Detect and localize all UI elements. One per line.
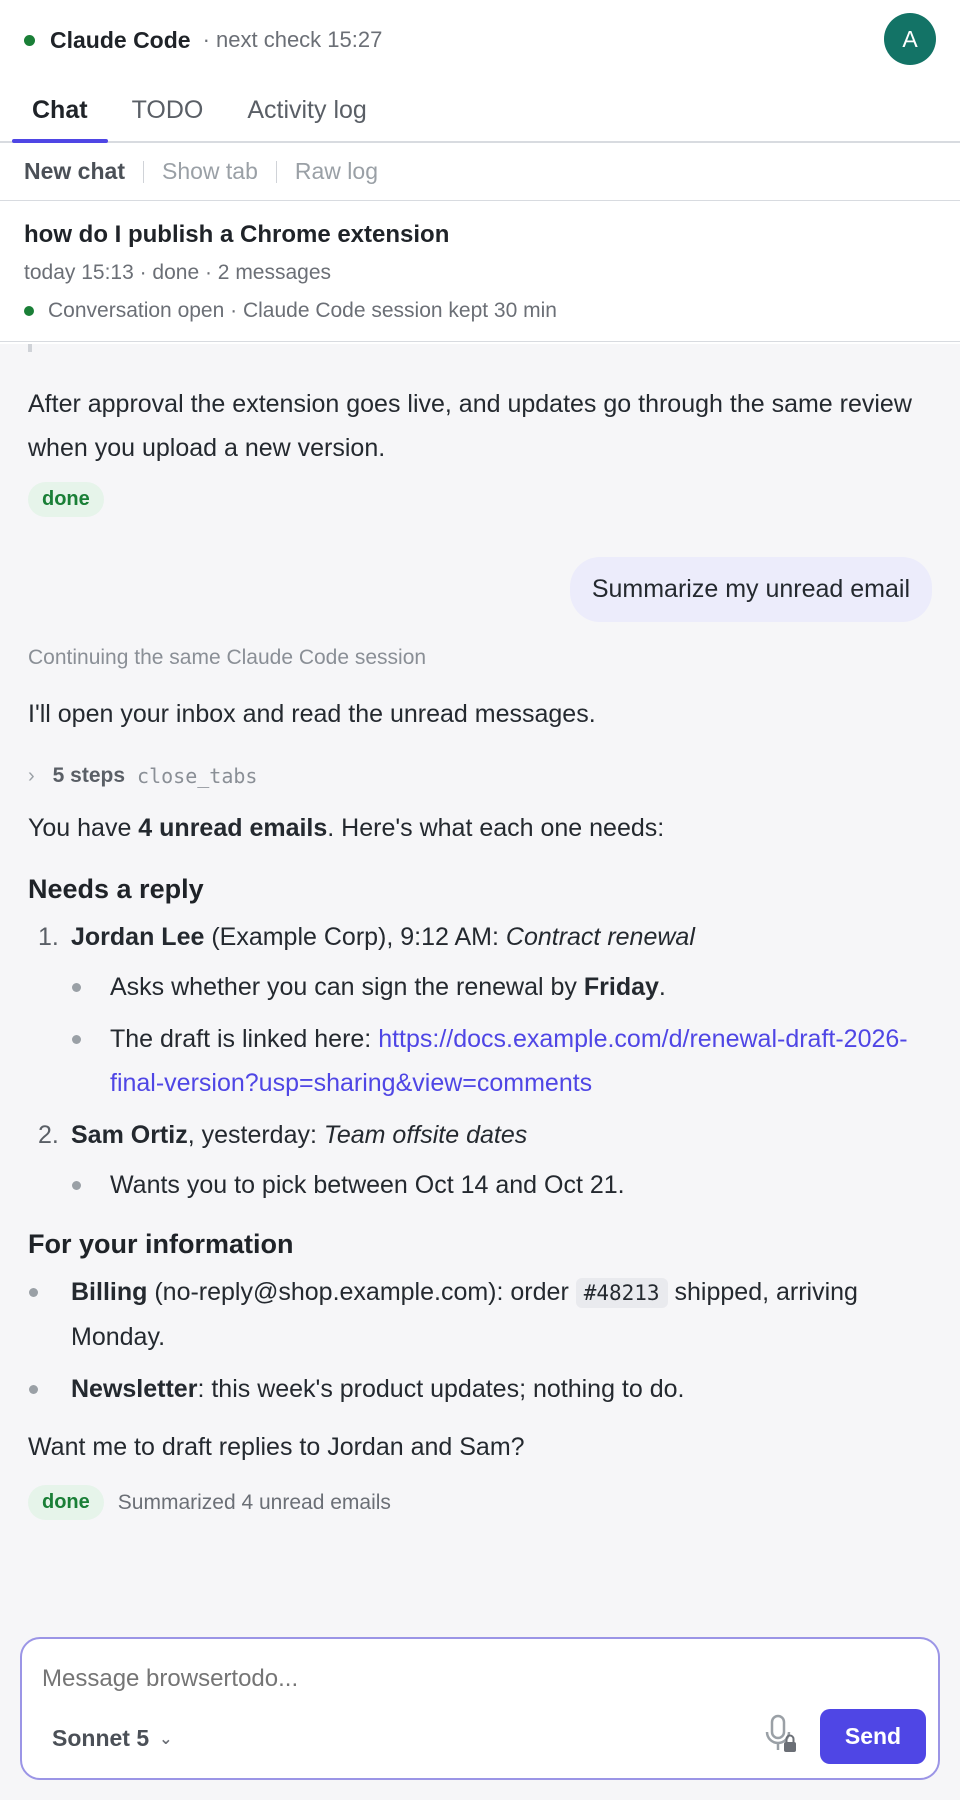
final-status-row: done Summarized 4 unread emails <box>28 1485 932 1520</box>
chevron-right-icon: › <box>28 764 35 787</box>
order-code: #48213 <box>575 1278 668 1308</box>
list-item: Billing (no-reply@shop.example.com): ord… <box>28 1270 932 1359</box>
session-note: Continuing the same Claude Code session <box>28 646 427 669</box>
message-input[interactable] <box>42 1665 918 1693</box>
list-number: 2. <box>38 1121 59 1149</box>
steps-expander[interactable]: › 5 steps close_tabs <box>28 764 932 788</box>
list-item: 2. Sam Ortiz, yesterday: Team offsite da… <box>28 1113 932 1207</box>
model-name: Sonnet 5 <box>52 1725 150 1751</box>
sender-name: Jordan Lee <box>71 923 205 951</box>
top-header: Claude Code · next check 15:27 A <box>0 0 960 80</box>
assistant-intro-text: I'll open your inbox and read the unread… <box>28 700 596 728</box>
fyi-label: Billing <box>71 1278 148 1306</box>
tab-todo[interactable]: TODO <box>112 96 224 141</box>
tab-bar: Chat TODO Activity log <box>0 80 960 143</box>
email-detail: , yesterday: <box>187 1121 324 1149</box>
app-title: Claude Code <box>50 26 191 53</box>
conversation-status-text: Conversation open · Claude Code session … <box>48 299 557 322</box>
user-message-bubble: Summarize my unread email <box>569 557 932 622</box>
steps-count: 5 steps <box>52 764 126 787</box>
bullet-text: Asks whether you can sign the renewal by <box>110 973 584 1001</box>
raw-log-button[interactable]: Raw log <box>295 158 378 185</box>
status-dot-icon <box>24 306 34 316</box>
fyi-label: Newsletter <box>71 1375 198 1403</box>
list-number: 1. <box>38 923 59 951</box>
list-item: Asks whether you can sign the renewal by… <box>71 965 932 1009</box>
reply-list: 1. Jordan Lee (Example Corp), 9:12 AM: C… <box>28 915 932 1207</box>
new-chat-button[interactable]: New chat <box>24 158 125 185</box>
show-tab-button[interactable]: Show tab <box>162 158 258 185</box>
model-selector[interactable]: Sonnet 5 ⌄ <box>52 1725 173 1752</box>
fyi-heading: For your information <box>28 1229 294 1259</box>
conversation-header: how do I publish a Chrome extension toda… <box>0 201 960 342</box>
summary-text: . Here's what each one needs: <box>327 814 665 842</box>
list-item: Newsletter: this week's product updates;… <box>28 1367 932 1411</box>
summary-count: 4 unread emails <box>138 814 328 842</box>
steps-tool-name: close_tabs <box>137 764 258 788</box>
fyi-text: (no-reply@shop.example.com): order <box>147 1278 576 1306</box>
quote-bar <box>28 344 32 352</box>
tab-activity-log[interactable]: Activity log <box>227 96 386 141</box>
conversation-meta: today 15:13 · done · 2 messages <box>24 261 332 284</box>
conversation-title: how do I publish a Chrome extension <box>24 221 450 248</box>
fyi-text: : this week's product updates; nothing t… <box>197 1375 685 1403</box>
email-detail: (Example Corp), 9:12 AM: <box>204 923 506 951</box>
next-check-text: · next check 15:27 <box>202 27 383 52</box>
summary-text: You have <box>28 814 139 842</box>
bullet-text: The draft is linked here: <box>110 1025 379 1053</box>
bullet-bold: Friday <box>583 973 659 1001</box>
toolbar-divider <box>142 160 144 183</box>
chat-scroll-area[interactable]: After approval the extension goes live, … <box>0 344 960 1800</box>
done-badge: done <box>28 482 104 517</box>
bullet-text: Wants you to pick between Oct 14 and Oct… <box>110 1171 625 1199</box>
sender-name: Sam Ortiz <box>71 1121 188 1149</box>
needs-reply-heading: Needs a reply <box>28 874 204 904</box>
assistant-message-text: After approval the extension goes live, … <box>28 390 912 462</box>
message-composer: Sonnet 5 ⌄ Send <box>20 1637 940 1780</box>
chevron-down-icon: ⌄ <box>159 1730 173 1748</box>
fyi-list: Billing (no-reply@shop.example.com): ord… <box>28 1270 932 1411</box>
conversation-status: Conversation open · Claude Code session … <box>24 299 936 323</box>
tab-chat[interactable]: Chat <box>12 96 108 143</box>
list-item: Wants you to pick between Oct 14 and Oct… <box>71 1163 932 1207</box>
email-subject: Contract renewal <box>505 923 695 951</box>
email-subject: Team offsite dates <box>323 1121 528 1149</box>
chat-toolbar: New chat Show tab Raw log <box>0 143 960 201</box>
list-item: 1. Jordan Lee (Example Corp), 9:12 AM: C… <box>28 915 932 1105</box>
microphone-locked-icon[interactable] <box>764 1714 798 1754</box>
bullet-text: . <box>658 973 666 1001</box>
list-item: The draft is linked here: https://docs.e… <box>71 1017 932 1105</box>
closing-question: Want me to draft replies to Jordan and S… <box>28 1433 525 1461</box>
done-badge: done <box>28 1485 104 1520</box>
status-dot-icon <box>24 34 35 46</box>
summary-line: You have 4 unread emails. Here's what ea… <box>28 806 932 850</box>
final-summary: Summarized 4 unread emails <box>117 1490 391 1514</box>
send-button[interactable]: Send <box>820 1709 926 1764</box>
avatar[interactable]: A <box>884 13 936 65</box>
toolbar-divider <box>275 160 277 183</box>
